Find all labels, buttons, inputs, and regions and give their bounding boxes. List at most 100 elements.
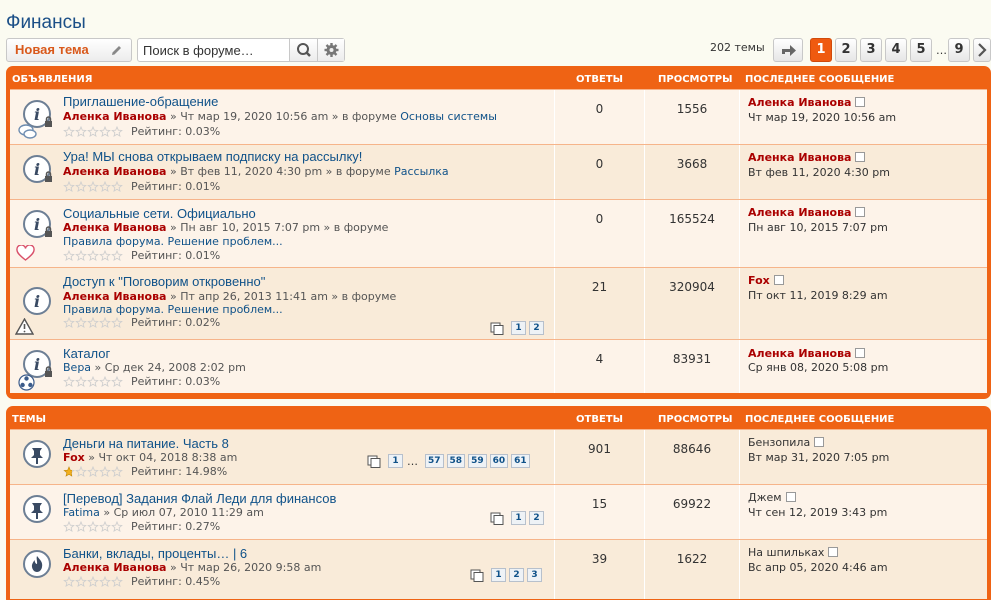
rating-stars-icon[interactable] (63, 521, 123, 532)
rating-stars-icon[interactable] (63, 576, 123, 587)
rating-stars-icon[interactable] (63, 317, 123, 328)
topic-row: Банки, вклады, проценты… | 6 Аленка Иван… (10, 539, 987, 599)
announcement-row: i Социальные сети. Официально Аленка Ива… (10, 199, 987, 267)
topic-page-link[interactable]: 60 (489, 454, 509, 468)
rating-star (75, 317, 87, 328)
rating-star (87, 126, 99, 137)
topic-author-link[interactable]: Аленка Иванова (63, 110, 166, 123)
topic-meta: Аленка Иванова » Пн авг 10, 2015 7:07 pm… (63, 221, 389, 234)
topic-title-link[interactable]: [Перевод] Задания Флай Леди для финансов (63, 491, 336, 506)
jump-to-page-button[interactable] (773, 38, 803, 62)
topic-forum-link[interactable]: Правила форума. Решение проблем... (63, 235, 283, 248)
next-page-button[interactable] (973, 38, 991, 62)
rating-stars-icon[interactable] (63, 466, 123, 477)
topic-rating: Рейтинг: 0.03% (63, 375, 220, 388)
page-1-button[interactable]: 1 (810, 38, 832, 62)
search-button[interactable] (289, 39, 317, 61)
topic-title-link[interactable]: Социальные сети. Официально (63, 206, 256, 221)
goto-last-post-icon[interactable] (814, 437, 825, 447)
last-post-date: Чт мар 19, 2020 10:56 am (748, 111, 897, 124)
goto-last-post-icon[interactable] (785, 492, 796, 502)
topic-title-link[interactable]: Каталог (63, 346, 110, 361)
rating-stars-icon[interactable] (63, 181, 123, 192)
topic-page-link[interactable]: 1 (511, 511, 526, 525)
topic-page-link[interactable]: 61 (511, 454, 530, 468)
last-post-author: Fox (748, 274, 784, 287)
goto-last-post-icon[interactable] (855, 97, 866, 107)
page-5-button[interactable]: 5 (910, 38, 932, 62)
topic-forum-path: Правила форума. Решение проблем... (63, 303, 283, 316)
views-column-header: ПРОСМОТРЫ (658, 74, 733, 85)
replies-count: 0 (595, 102, 604, 116)
topic-pagination-ellipsis: … (407, 454, 418, 468)
last-post-author: Аленка Иванова (748, 206, 866, 219)
topic-author-link[interactable]: Аленка Иванова (63, 290, 166, 303)
topic-rating: Рейтинг: 0.45% (63, 575, 220, 588)
last-post-date: Пн авг 10, 2015 7:07 pm (748, 221, 888, 234)
topic-title-link[interactable]: Ура! МЫ снова открываем подписку на расс… (63, 149, 362, 164)
topic-page-link[interactable]: 1 (491, 568, 506, 582)
views-count: 1556 (676, 102, 708, 116)
topic-author-link[interactable]: Аленка Иванова (63, 165, 166, 178)
rating-stars-icon[interactable] (63, 376, 123, 387)
topic-page-link[interactable]: 2 (529, 511, 544, 525)
rating-star (99, 250, 111, 261)
page-title[interactable]: Финансы (6, 12, 86, 34)
topic-meta: Аленка Иванова » Чт мар 19, 2020 10:56 a… (63, 110, 497, 123)
svg-text:i: i (34, 355, 40, 374)
rating-stars-icon[interactable] (63, 250, 123, 261)
topic-forum-link[interactable]: Правила форума. Решение проблем... (63, 303, 283, 316)
rating-star (111, 576, 123, 587)
topic-page-link[interactable]: 2 (529, 321, 544, 335)
topic-title-link[interactable]: Доступ к "Поговорим откровенно" (63, 274, 265, 289)
topic-page-link[interactable]: 3 (527, 568, 542, 582)
search-input[interactable] (138, 39, 288, 61)
advanced-search-button[interactable] (317, 39, 344, 61)
goto-last-post-icon[interactable] (828, 547, 839, 557)
gear-icon (324, 43, 339, 57)
topic-page-link[interactable]: 2 (509, 568, 524, 582)
topics-block: ТЕМЫ ОТВЕТЫ ПРОСМОТРЫ ПОСЛЕДНЕЕ СООБЩЕНИ… (6, 406, 991, 600)
page-2-button[interactable]: 2 (835, 38, 857, 62)
topic-author-link[interactable]: Fatima (63, 506, 100, 519)
replies-column-header: ОТВЕТЫ (576, 74, 623, 85)
topic-title-link[interactable]: Банки, вклады, проценты… | 6 (63, 546, 247, 561)
new-topic-button[interactable]: Новая тема (6, 38, 132, 62)
topic-page-link[interactable]: 1 (511, 321, 526, 335)
topic-forum-link[interactable]: Основы системы (400, 110, 497, 123)
topic-author-link[interactable]: Fox (63, 451, 85, 464)
topic-page-link[interactable]: 57 (425, 454, 444, 468)
topic-meta: Аленка Иванова » Пт апр 26, 2013 11:41 a… (63, 290, 397, 303)
topic-page-link[interactable]: 1 (388, 454, 403, 468)
topic-page-link[interactable]: 58 (446, 454, 466, 468)
page-4-button[interactable]: 4 (885, 38, 907, 62)
topic-page-link[interactable]: 59 (468, 454, 487, 468)
topic-author-link[interactable]: Аленка Иванова (63, 561, 166, 574)
goto-last-post-icon[interactable] (773, 275, 784, 285)
rating-star (111, 466, 123, 477)
sticky-pin-icon (23, 440, 51, 468)
views-count: 88646 (672, 442, 712, 456)
topic-forum-link[interactable]: Рассылка (394, 165, 449, 178)
goto-last-post-icon[interactable] (855, 152, 866, 162)
topic-author-link[interactable]: Вера (63, 361, 91, 374)
rating-star (99, 521, 111, 532)
views-count: 165524 (669, 212, 715, 226)
last-post-date: Вт мар 31, 2020 7:05 pm (748, 451, 890, 464)
announcement-locked-icon: i (23, 210, 52, 238)
last-post-author: Аленка Иванова (748, 347, 866, 360)
announcement-row: i Каталог Вера » Ср дек 24, 2008 2:02 pm… (10, 339, 987, 393)
goto-last-post-icon[interactable] (855, 348, 866, 358)
page-9-button[interactable]: 9 (948, 38, 970, 62)
topic-title-link[interactable]: Приглашение-обращение (63, 94, 218, 109)
goto-last-post-icon[interactable] (855, 207, 866, 217)
replies-count: 0 (595, 212, 604, 226)
topic-author-link[interactable]: Аленка Иванова (63, 221, 166, 234)
topic-title-link[interactable]: Деньги на питание. Часть 8 (63, 436, 229, 451)
rating-stars-icon[interactable] (63, 126, 123, 137)
page-3-button[interactable]: 3 (860, 38, 882, 62)
rating-star (99, 126, 111, 137)
topic-pagination: 1 2 (490, 511, 544, 525)
views-count: 1622 (676, 552, 708, 566)
announcement-locked-icon: i (23, 155, 52, 183)
